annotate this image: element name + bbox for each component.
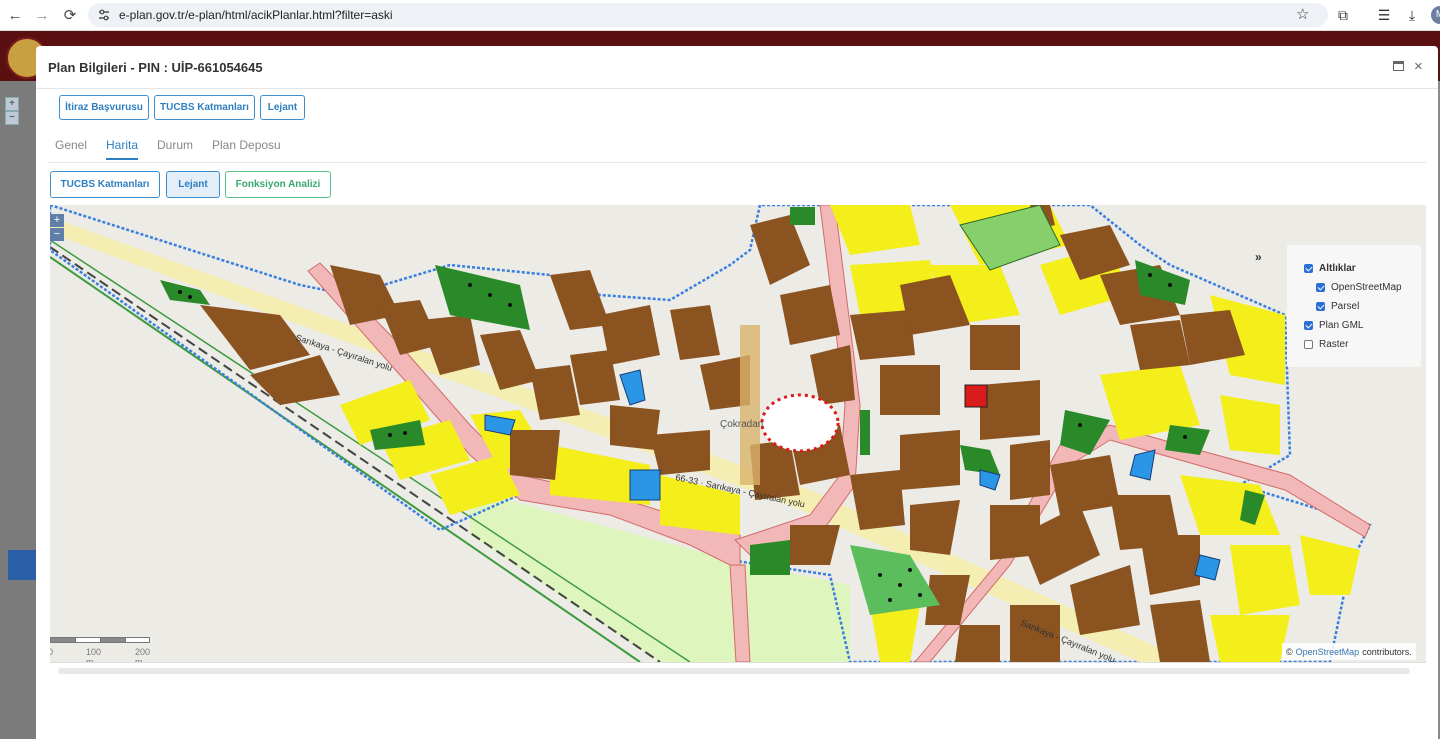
- layer-label: Parsel: [1331, 301, 1360, 312]
- active-tab-indicator: [106, 158, 138, 160]
- extensions-icon[interactable]: ⧉: [1332, 4, 1354, 26]
- download-icon[interactable]: ⤓: [1401, 4, 1423, 26]
- tucbs-layers-button[interactable]: TUCBS Katmanları: [154, 95, 255, 120]
- tab-durum[interactable]: Durum: [157, 138, 193, 152]
- scale-segment: [50, 637, 77, 643]
- divider: [36, 88, 1438, 89]
- protection-zone: [760, 393, 840, 453]
- scale-label-200: 200 m: [135, 647, 151, 662]
- address-bar[interactable]: e-plan.gov.tr/e-plan/html/acikPlanlar.ht…: [88, 3, 1328, 27]
- map-attribution: © OpenStreetMap contributors.: [1282, 643, 1416, 660]
- layer-osm[interactable]: OpenStreetMap: [1316, 282, 1402, 293]
- bookmark-star-icon[interactable]: ☆: [1296, 5, 1309, 23]
- tab-harita[interactable]: Harita: [106, 138, 138, 152]
- layer-label: Plan GML: [1319, 320, 1364, 331]
- checkbox-osm[interactable]: [1316, 283, 1325, 292]
- layer-parsel[interactable]: Parsel: [1316, 301, 1359, 312]
- zoom-in-button[interactable]: +: [50, 214, 64, 227]
- tab-plan-deposu[interactable]: Plan Deposu: [212, 138, 281, 152]
- function-analysis-button[interactable]: Fonksiyon Analizi: [225, 171, 331, 198]
- bg-zoom-out-icon: −: [5, 111, 19, 125]
- scale-segment: [125, 637, 150, 643]
- reading-list-icon[interactable]: ☰: [1373, 4, 1395, 26]
- maximize-icon[interactable]: [1393, 60, 1406, 72]
- layer-label: Raster: [1319, 339, 1349, 350]
- map-legend-button[interactable]: Lejant: [166, 171, 220, 198]
- back-icon[interactable]: ←: [4, 4, 26, 26]
- objection-button[interactable]: İtiraz Başvurusu: [59, 95, 149, 120]
- site-settings-icon[interactable]: [97, 8, 111, 22]
- legend-button[interactable]: Lejant: [260, 95, 305, 120]
- checkbox-plan-gml[interactable]: [1304, 321, 1313, 330]
- village-label: Çokradan: [720, 419, 763, 430]
- scale-segment: [75, 637, 102, 643]
- zoom-out-button[interactable]: −: [50, 228, 64, 241]
- layer-raster[interactable]: Raster: [1304, 339, 1348, 350]
- map-canvas[interactable]: Sarıkaya - Çayıralan yolu 66-33 · Sarıka…: [50, 205, 1426, 662]
- layer-group-base[interactable]: Altlıklar: [1304, 263, 1356, 274]
- profile-avatar[interactable]: M: [1431, 6, 1440, 24]
- checkbox-parsel[interactable]: [1316, 302, 1325, 311]
- layer-label: Altlıklar: [1319, 263, 1356, 274]
- bg-zoom-in-icon: +: [5, 97, 19, 111]
- scale-label-0: 0: [50, 647, 54, 657]
- plan-info-modal: Plan Bilgileri - PIN : UİP-661054645 × İ…: [36, 46, 1438, 739]
- modal-title: Plan Bilgileri - PIN : UİP-661054645: [48, 60, 263, 75]
- divider: [50, 662, 1426, 663]
- url-text[interactable]: e-plan.gov.tr/e-plan/html/acikPlanlar.ht…: [119, 8, 393, 22]
- browser-toolbar: ← → ⟳ e-plan.gov.tr/e-plan/html/acikPlan…: [0, 0, 1440, 31]
- layer-plan-gml[interactable]: Plan GML: [1304, 320, 1363, 331]
- copyright-symbol: ©: [1286, 646, 1293, 657]
- background-button: [8, 550, 36, 580]
- scale-label-100: 100 m: [86, 647, 102, 662]
- checkbox-base[interactable]: [1304, 264, 1313, 273]
- restricted-area: [964, 384, 988, 408]
- map-tucbs-layers-button[interactable]: TUCBS Katmanları: [50, 171, 160, 198]
- layer-label: OpenStreetMap: [1331, 282, 1402, 293]
- osm-link[interactable]: OpenStreetMap: [1296, 647, 1360, 657]
- reload-icon[interactable]: ⟳: [59, 4, 81, 26]
- plan-map[interactable]: Sarıkaya - Çayıralan yolu 66-33 · Sarıka…: [50, 205, 1426, 662]
- close-icon[interactable]: ×: [1414, 58, 1423, 75]
- attribution-suffix: contributors.: [1362, 646, 1412, 657]
- forward-icon[interactable]: →: [31, 4, 53, 26]
- checkbox-raster[interactable]: [1304, 340, 1313, 349]
- scale-segment: [100, 637, 127, 643]
- background-map-strip: + −: [0, 81, 36, 739]
- horizontal-scrollbar[interactable]: [58, 668, 1410, 674]
- commercial-strip: [740, 325, 760, 485]
- divider: [48, 162, 1426, 163]
- layer-panel-toggle[interactable]: »: [1255, 250, 1262, 264]
- tab-genel[interactable]: Genel: [55, 138, 87, 152]
